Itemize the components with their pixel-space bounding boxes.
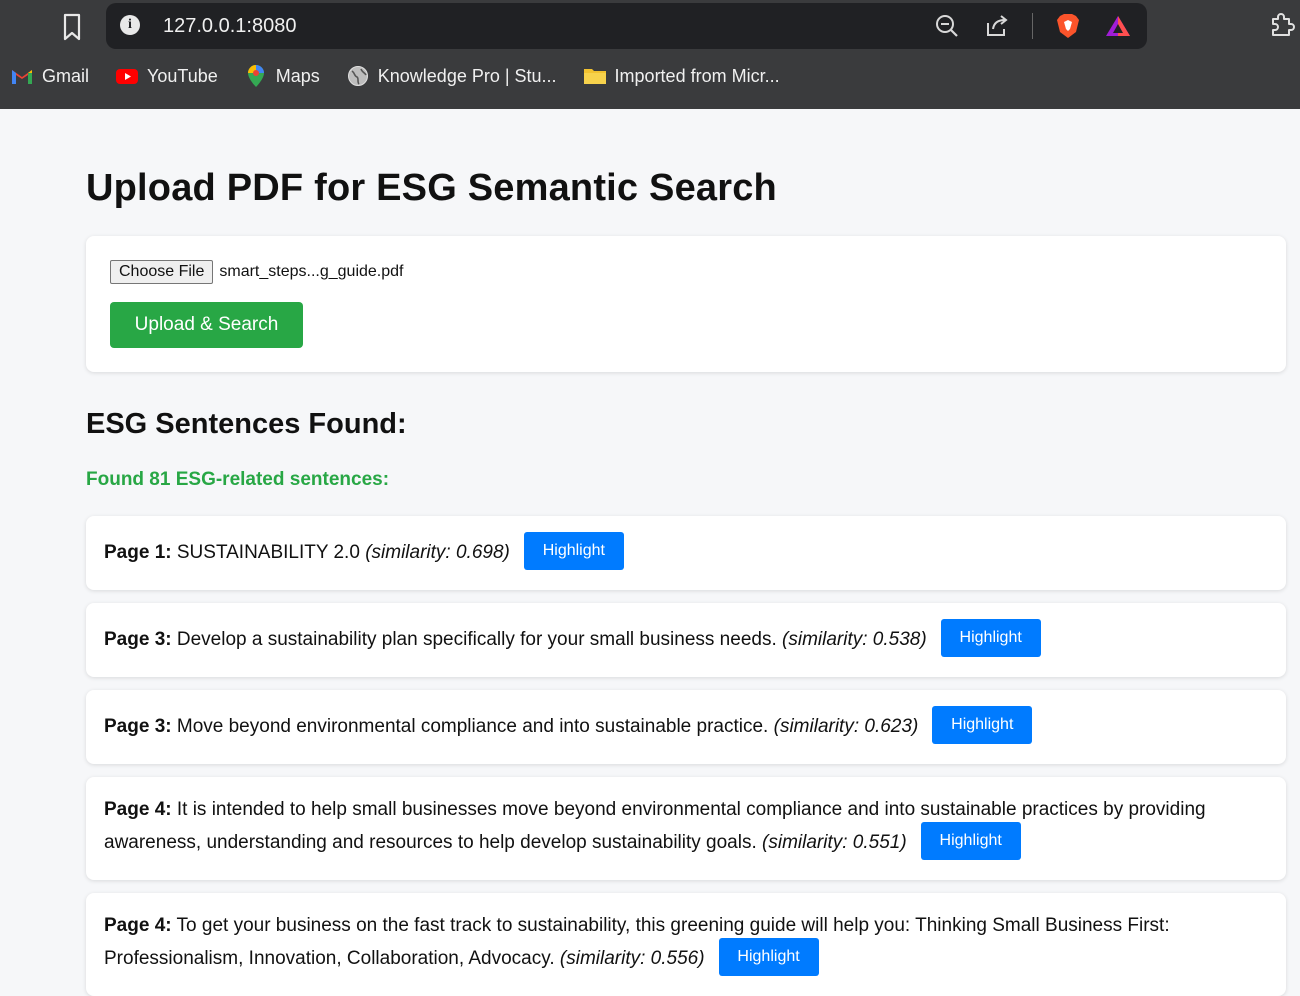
extensions-icon[interactable] [1267,10,1297,40]
result-similarity: (similarity: 0.698) [365,542,510,564]
result-item: Page 3: Move beyond environmental compli… [86,690,1286,764]
browser-chrome: i 127.0.0.1:8080 Gmail YouTube Maps Know… [0,0,1300,109]
result-item: Page 4: To get your business on the fast… [86,893,1286,996]
bookmark-icon[interactable] [58,12,86,42]
info-icon[interactable]: i [120,15,140,35]
result-sentence: It is intended to help small businesses … [104,799,1206,854]
bookmark-label: Imported from Micr... [614,65,780,86]
result-page: Page 4: [104,799,172,820]
result-sentence: Develop a sustainability plan specifical… [176,629,777,651]
result-similarity: (similarity: 0.538) [782,629,927,651]
bookmark-youtube[interactable]: YouTube [115,64,218,88]
page-title: Upload PDF for ESG Semantic Search [86,167,777,209]
result-page: Page 3: [104,629,172,651]
selected-file-name: smart_steps...g_guide.pdf [219,263,404,280]
bookmark-knowledge-pro[interactable]: Knowledge Pro | Stu... [346,64,557,88]
share-icon[interactable] [982,11,1012,41]
result-page: Page 4: [104,915,172,936]
youtube-icon [115,64,139,88]
page-content: Upload PDF for ESG Semantic Search Choos… [86,109,1286,996]
results-count: Found 81 ESG-related sentences: [86,469,390,490]
zoom-out-icon[interactable] [932,11,962,41]
upload-card: Choose File smart_steps...g_guide.pdf Up… [86,236,1286,372]
result-page: Page 1: [104,542,172,564]
result-item: Page 4: It is intended to help small bus… [86,777,1286,880]
bookmark-label: Gmail [42,65,90,86]
bookmark-gmail[interactable]: Gmail [10,64,89,88]
divider [1032,13,1033,39]
result-sentence: SUSTAINABILITY 2.0 [176,542,360,564]
url-text[interactable]: 127.0.0.1:8080 [163,15,296,38]
bookmarks-bar: Gmail YouTube Maps Knowledge Pro | Stu..… [10,64,780,88]
results-list: Page 1: SUSTAINABILITY 2.0 (similarity: … [86,516,1286,996]
result-item: Page 3: Develop a sustainability plan sp… [86,603,1286,677]
bookmark-imported-folder[interactable]: Imported from Micr... [583,64,780,88]
brave-shield-icon[interactable] [1053,11,1083,41]
highlight-button[interactable]: Highlight [718,938,819,976]
highlight-button[interactable]: Highlight [932,706,1033,744]
result-page: Page 3: [104,716,172,738]
brave-rewards-icon[interactable] [1103,11,1133,41]
file-input[interactable]: Choose File smart_steps...g_guide.pdf [110,260,403,284]
choose-file-button[interactable]: Choose File [110,260,214,284]
result-item: Page 1: SUSTAINABILITY 2.0 (similarity: … [86,516,1286,590]
bookmark-maps[interactable]: Maps [244,64,320,88]
highlight-button[interactable]: Highlight [940,619,1041,657]
result-similarity: (similarity: 0.623) [773,716,919,738]
result-similarity: (similarity: 0.556) [559,948,705,970]
maps-icon [244,64,268,88]
upload-search-button[interactable]: Upload & Search [110,302,303,348]
highlight-button[interactable]: Highlight [523,532,624,570]
bookmark-label: Maps [275,65,320,86]
result-similarity: (similarity: 0.551) [762,832,907,854]
gmail-icon [10,64,34,88]
result-sentence: Move beyond environmental compliance and… [176,716,769,738]
folder-icon [583,64,607,88]
bookmark-label: YouTube [147,65,218,86]
bookmark-label: Knowledge Pro | Stu... [377,65,557,86]
globe-icon [346,64,370,88]
highlight-button[interactable]: Highlight [920,822,1021,860]
results-heading: ESG Sentences Found: [86,408,407,440]
address-bar[interactable]: i 127.0.0.1:8080 [106,3,1147,49]
